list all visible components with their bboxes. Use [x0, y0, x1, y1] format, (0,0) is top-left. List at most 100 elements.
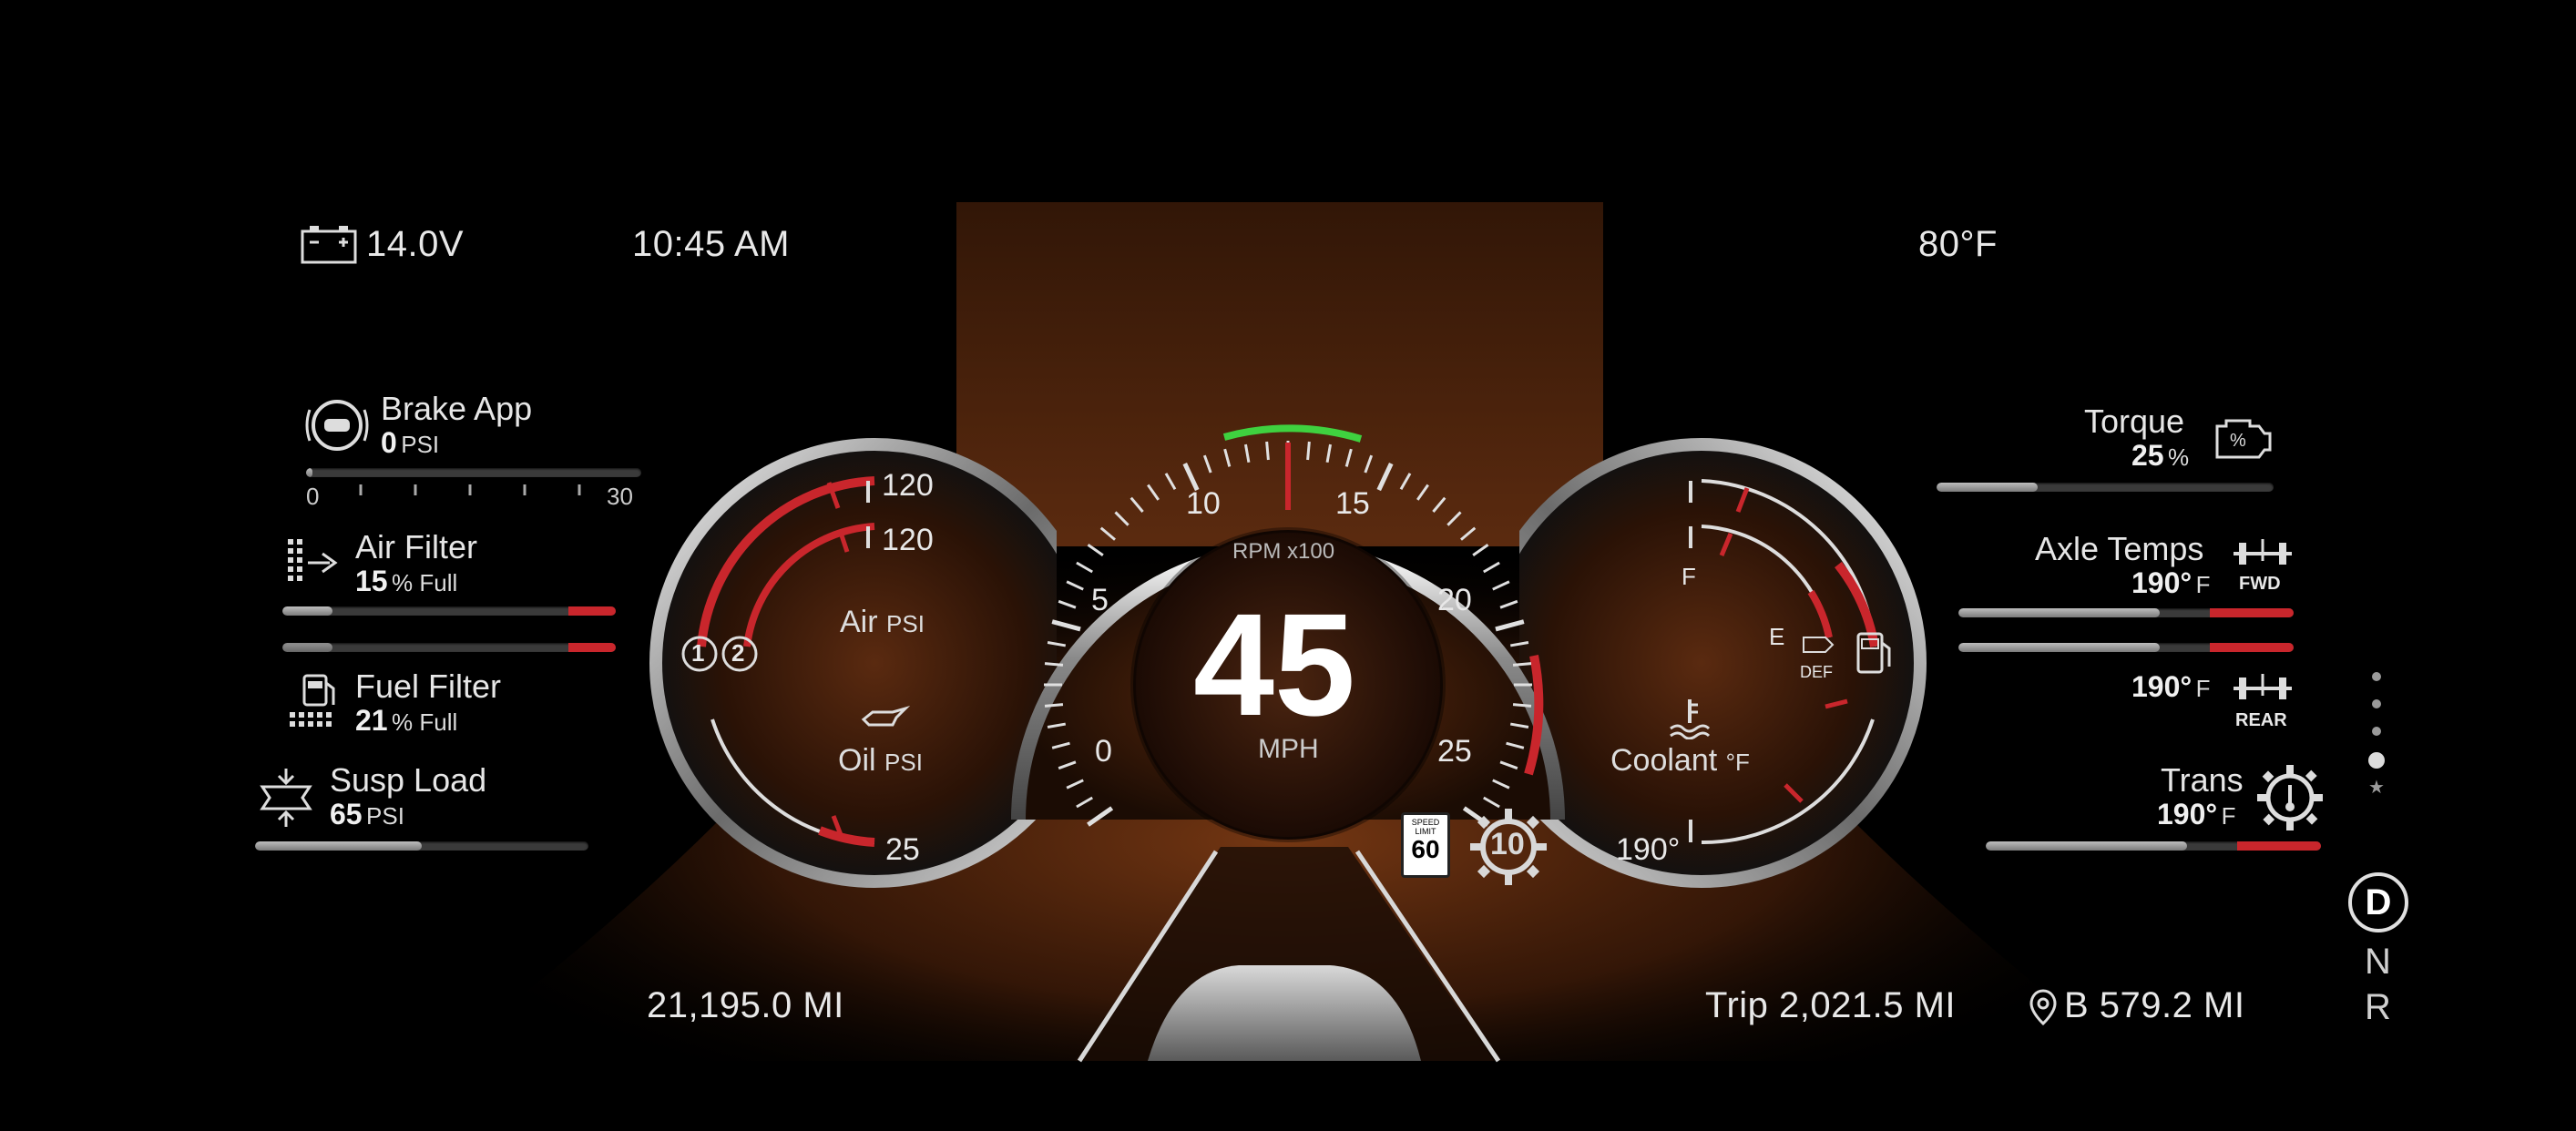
- speed-readout: 45: [1193, 583, 1355, 746]
- suspension-icon: [259, 767, 313, 833]
- axle-fwd-bar: [1958, 608, 2294, 617]
- gear-drive: D: [2365, 882, 2392, 922]
- axle-rear-bar: [1958, 643, 2294, 652]
- speedo-tick: [1495, 619, 1525, 632]
- air-filter-value: 15 % Full: [355, 565, 457, 598]
- trans-bar: [1986, 841, 2321, 851]
- speedo-tick: [1376, 463, 1394, 492]
- cruise-gear-value: 10: [1490, 827, 1525, 861]
- coolant-temp-icon: [1667, 696, 1712, 744]
- speedo-tick: [1364, 454, 1374, 474]
- page-dot-1[interactable]: [2372, 672, 2381, 681]
- oil-can-icon: [860, 703, 911, 733]
- axle-fwd-unit: F: [2195, 571, 2211, 598]
- brake-app-bar: [306, 468, 641, 477]
- axle-rear-icon: [2230, 670, 2295, 711]
- trans-label: Trans: [2161, 761, 2244, 799]
- speedo-tick: [1044, 662, 1064, 667]
- axle-fwd-number: 190°: [2131, 566, 2193, 599]
- gear-reverse: R: [2365, 987, 2391, 1027]
- air-filter-unit: % Full: [392, 569, 458, 596]
- clock: 10:45 AM: [632, 224, 791, 264]
- speedo-tick: [1512, 703, 1532, 708]
- air-max-top: 120: [882, 468, 934, 503]
- speedo-tick: [1499, 599, 1518, 609]
- def-icon: [1798, 632, 1838, 662]
- axle-rear-unit: F: [2195, 675, 2211, 702]
- torque-label: Torque: [2084, 402, 2185, 440]
- axle-rear-tag: REAR: [2235, 710, 2287, 730]
- speed-tick-20: 20: [1437, 583, 1472, 617]
- trans-unit: F: [2221, 802, 2236, 830]
- axle-rear-number: 190°: [2131, 670, 2193, 703]
- speedo-tick: [1130, 496, 1144, 513]
- susp-load-number: 65: [330, 798, 363, 830]
- speedo-tick: [1099, 526, 1116, 541]
- brake-scale-min: 0: [306, 483, 320, 510]
- page-dot-2[interactable]: [2372, 699, 2381, 708]
- page-star-icon[interactable]: ★: [2368, 776, 2385, 799]
- air-filter-bar-2: [282, 643, 616, 652]
- page-dot-4-active[interactable]: [2368, 752, 2385, 769]
- fuel-filter-number: 21: [355, 704, 388, 737]
- speedo-tick: [1223, 448, 1232, 467]
- speed-limit-caption: SPEED LIMIT: [1411, 818, 1440, 836]
- susp-load-label: Susp Load: [330, 761, 487, 799]
- trip-meter: Trip 2,021.5 MI: [1705, 985, 1957, 1025]
- fuel-empty-mark: E: [1769, 623, 1785, 650]
- brake-scale-max: 30: [607, 483, 633, 510]
- speedo-tick: [1509, 640, 1529, 647]
- air-filter-bar: [282, 606, 616, 616]
- fuel-full-mark: F: [1682, 563, 1696, 590]
- gear-neutral: N: [2365, 942, 2391, 982]
- speed-unit: MPH: [1258, 734, 1319, 764]
- brake-app-scale: [359, 484, 581, 495]
- speedo-tick: [1076, 561, 1093, 574]
- battery-icon: [301, 224, 359, 270]
- speed-tick-15: 15: [1335, 486, 1370, 521]
- svg-text:%: %: [2230, 431, 2246, 451]
- rpm-label: RPM x100: [1232, 539, 1335, 564]
- air-max-mid: 120: [882, 523, 934, 557]
- speed-limit-value: 60: [1411, 835, 1440, 863]
- susp-load-unit: PSI: [366, 802, 404, 830]
- speedo-tick: [1058, 599, 1077, 609]
- susp-load-value: 65 PSI: [330, 798, 404, 831]
- page-dot-3[interactable]: [2372, 727, 2381, 736]
- speedo-tick: [1044, 703, 1064, 708]
- engine-torque-icon: %: [2208, 413, 2274, 469]
- speedo-tick: [1472, 544, 1489, 556]
- speedo-tick: [1432, 496, 1446, 513]
- odometer: 21,195.0 MI: [647, 985, 844, 1025]
- def-label: DEF: [1800, 663, 1833, 681]
- speedo-tick: [1164, 473, 1177, 490]
- oil-unit-text: PSI: [884, 749, 923, 776]
- speedo-tick: [1492, 580, 1510, 591]
- axle-rear-value: 190° F: [2131, 670, 2211, 704]
- speedo-tick: [1446, 511, 1462, 526]
- fuel-filter-value: 21 % Full: [355, 704, 457, 738]
- air-circuit-2: 2: [731, 639, 745, 667]
- speedo-tick: [1325, 443, 1333, 464]
- axle-temps-label: Axle Temps: [2035, 530, 2204, 567]
- speedo-tick: [1087, 544, 1104, 556]
- speedo-tick: [1114, 511, 1130, 526]
- axle-fwd-icon: [2230, 535, 2295, 576]
- torque-value: 25 %: [2131, 439, 2189, 473]
- speedo-tick: [1147, 484, 1160, 501]
- speed-tick-10: 10: [1186, 486, 1221, 521]
- voltage-readout: 14.0V: [366, 224, 465, 264]
- speedo-tick: [1243, 443, 1251, 464]
- speedo-tick: [1483, 561, 1500, 574]
- fuel-pump-icon: [1855, 630, 1895, 682]
- trans-value: 190° F: [2157, 798, 2236, 831]
- air-circuit-1: 1: [691, 639, 705, 667]
- torque-bar: [1937, 483, 2274, 492]
- air-filter-icon: [282, 535, 341, 598]
- speed-tick-0: 0: [1095, 734, 1112, 769]
- speed-tick-25: 25: [1437, 734, 1472, 769]
- coolant-label-text: Coolant: [1610, 743, 1718, 778]
- speedo-tick: [1047, 640, 1067, 647]
- fuel-filter-icon: [286, 672, 341, 740]
- air-filter-label: Air Filter: [355, 528, 477, 566]
